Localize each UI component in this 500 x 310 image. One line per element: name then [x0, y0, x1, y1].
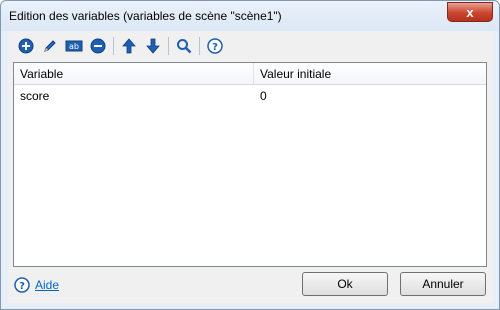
svg-text:ab: ab: [69, 42, 79, 51]
rename-variable-button[interactable]: ab: [63, 35, 85, 57]
toolbar: ab ?: [13, 33, 245, 58]
rename-icon: ab: [65, 40, 83, 51]
window-title: Edition des variables (variables de scèn…: [9, 9, 282, 23]
title-bar[interactable]: Edition des variables (variables de scèn…: [1, 1, 499, 31]
edit-variable-button[interactable]: [39, 35, 61, 57]
variable-name-cell[interactable]: score: [14, 87, 253, 105]
move-down-button[interactable]: [142, 35, 164, 57]
toolbar-separator: [113, 36, 114, 55]
delete-icon: [90, 38, 106, 53]
toolbar-separator: [168, 36, 169, 55]
move-up-button[interactable]: [118, 35, 140, 57]
search-icon: [177, 38, 192, 53]
help-link[interactable]: Aide: [35, 278, 59, 292]
table-header: Variable Valeur initiale: [14, 63, 486, 85]
close-icon: x: [466, 4, 474, 20]
svg-text:?: ?: [212, 42, 218, 53]
cancel-button[interactable]: Annuler: [400, 272, 486, 296]
add-variable-button[interactable]: [15, 35, 37, 57]
variables-table[interactable]: Variable Valeur initiale score 0: [13, 62, 487, 267]
help-icon: ?: [207, 37, 223, 54]
ok-button[interactable]: Ok: [302, 272, 388, 296]
delete-variable-button[interactable]: [87, 35, 109, 57]
help-icon: ?: [14, 277, 30, 293]
help-link-area: ? Aide: [14, 276, 59, 294]
table-row[interactable]: score 0: [14, 87, 486, 105]
toolbar-separator: [199, 36, 200, 55]
variable-value-cell[interactable]: 0: [254, 87, 488, 105]
close-button[interactable]: x: [447, 2, 493, 22]
svg-text:?: ?: [19, 281, 25, 292]
dialog-body: ab ? Variable Valeur initiale score 0 ? …: [8, 31, 493, 303]
edit-icon: [44, 39, 56, 52]
column-header-variable[interactable]: Variable: [14, 63, 253, 85]
add-icon: [18, 38, 34, 53]
column-header-initial-value[interactable]: Valeur initiale: [254, 63, 488, 85]
help-toolbar-button[interactable]: ?: [204, 35, 226, 57]
search-button[interactable]: [173, 35, 195, 57]
arrow-up-icon: [122, 37, 136, 53]
arrow-down-icon: [146, 38, 160, 54]
dialog-window: Edition des variables (variables de scèn…: [0, 0, 500, 310]
